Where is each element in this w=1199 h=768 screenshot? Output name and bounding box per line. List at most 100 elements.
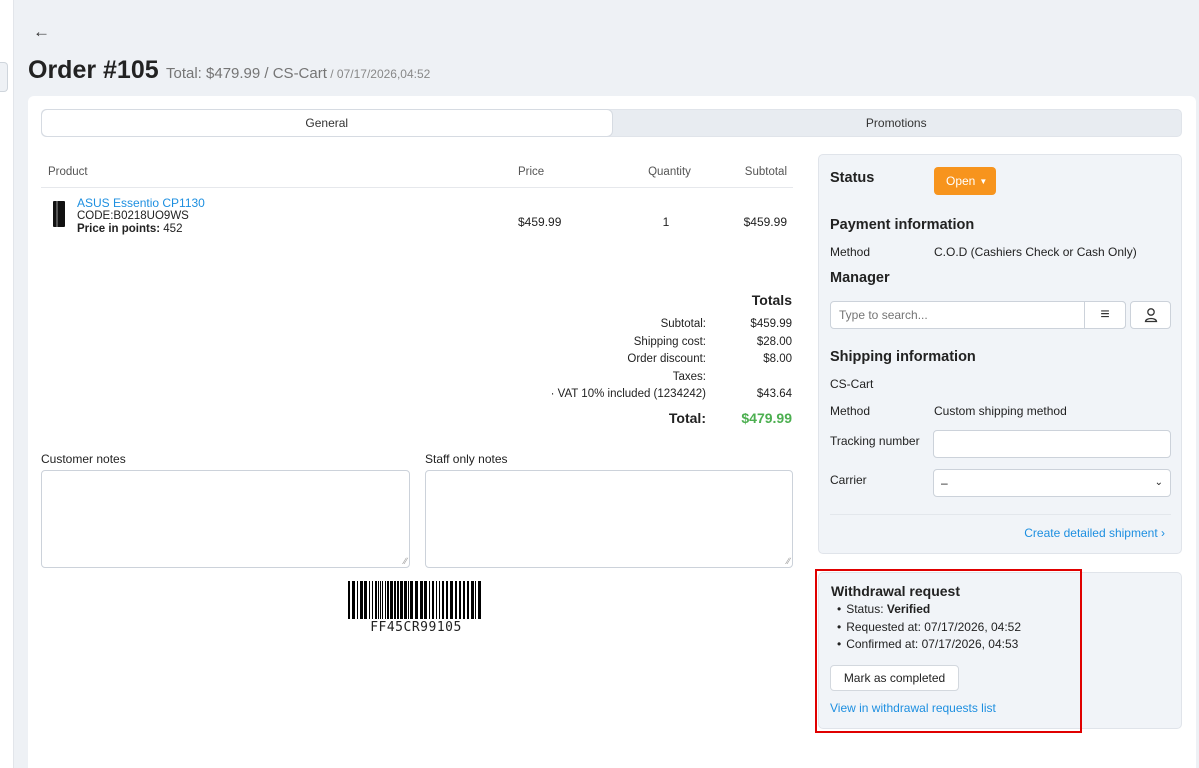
totals-row-discount: Order discount: $8.00 — [428, 351, 794, 369]
total-label: Total: — [668, 409, 706, 426]
product-cell: ASUS Essentio CP1130 CODE:B0218UO9WS Pri… — [41, 188, 511, 264]
tracking-label: Tracking number — [830, 434, 920, 448]
payment-method-label: Method — [830, 245, 871, 259]
order-date: / 07/17/2026,04:52 — [330, 67, 431, 81]
order-sidebar-panel: Status Open ▼ Payment information Method C… — [818, 154, 1182, 554]
manager-search-input[interactable] — [830, 301, 1126, 329]
product-quantity: 1 — [662, 215, 670, 229]
barcode-bar — [424, 581, 427, 619]
list-icon[interactable]: ≡ — [1084, 301, 1126, 329]
barcode-bar — [385, 581, 386, 619]
staff-notes-label: Staff only notes — [425, 452, 508, 466]
status-heading: Status — [830, 170, 875, 186]
barcode-bar — [455, 581, 457, 619]
payment-method-value: C.O.D (Cashiers Check or Cash Only) — [934, 245, 1137, 259]
totals-value: $28.00 — [756, 335, 792, 348]
totals-value: $459.99 — [750, 318, 792, 330]
totals-row-total: Total: $479.99 — [428, 410, 794, 428]
shipping-method-row: Method Custom shipping method — [830, 404, 1067, 418]
shipping-store-value: CS-Cart — [830, 377, 874, 391]
col-subtotal: Subtotal — [744, 165, 787, 178]
payment-method-row: Method C.O.D (Cashiers Check or Cash Only… — [830, 245, 1137, 259]
barcode-bar — [463, 581, 465, 619]
customer-notes-textarea[interactable]: ∕∕ — [41, 470, 410, 568]
totals-block: Totals Subtotal: $459.99 Shipping cost: $2… — [428, 292, 794, 427]
barcode-bars — [348, 581, 481, 619]
barcode-bar — [450, 581, 453, 619]
totals-heading: Totals — [751, 292, 792, 308]
carrier-select[interactable]: – ⌄ — [933, 469, 1171, 497]
barcode-bar — [360, 581, 363, 619]
totals-value — [706, 369, 794, 387]
barcode-bar — [442, 581, 444, 619]
col-product: Product — [48, 165, 88, 178]
shipping-store: CS-Cart — [830, 377, 873, 391]
highlight-box — [815, 569, 1082, 733]
resize-handle-icon[interactable]: ∕∕ — [787, 557, 790, 566]
barcode-bar — [375, 581, 377, 619]
barcode-bar — [467, 581, 469, 619]
barcode-bar — [372, 581, 373, 619]
product-subtotal: $459.99 — [743, 215, 787, 229]
col-price: Price — [518, 165, 545, 178]
status-dropdown-button[interactable]: Open ▼ — [934, 167, 996, 195]
manager-heading: Manager — [830, 270, 890, 286]
barcode-bar — [446, 581, 448, 619]
totals-label: · VAT 10% included (1234242) — [550, 388, 706, 400]
barcode-bar — [478, 581, 481, 619]
barcode-bar — [357, 581, 358, 619]
resize-handle-icon[interactable]: ∕∕ — [404, 557, 407, 566]
barcode-bar — [475, 581, 476, 619]
barcode-bar — [439, 581, 440, 619]
barcode-bar — [410, 581, 413, 619]
totals-label: Shipping cost: — [633, 335, 706, 348]
barcode-bar — [352, 581, 355, 619]
user-icon[interactable] — [1130, 301, 1171, 329]
barcode-bar — [432, 581, 434, 619]
totals-label: Taxes: — [672, 370, 706, 383]
product-name-link[interactable]: ASUS Essentio CP1130 — [77, 196, 205, 210]
total-value: $479.99 — [741, 409, 792, 426]
col-quantity: Quantity — [648, 165, 691, 178]
barcode-bar — [408, 581, 409, 619]
left-sidebar-strip — [0, 0, 14, 768]
order-card: General Promotions Product Price Quantit… — [28, 96, 1196, 768]
barcode-bar — [380, 581, 381, 619]
barcode-bar — [382, 581, 383, 619]
barcode-bar — [420, 581, 423, 619]
totals-row-shipping: Shipping cost: $28.00 — [428, 334, 794, 352]
staff-notes-textarea[interactable]: ∕∕ — [425, 470, 793, 568]
barcode-bar — [429, 581, 430, 619]
back-arrow-icon[interactable]: ← — [33, 22, 50, 42]
caret-down-icon: ▼ — [979, 177, 988, 186]
customer-notes-label: Customer notes — [41, 452, 126, 466]
barcode-bar — [436, 581, 437, 619]
product-code: CODE:B0218UO9WS — [77, 210, 189, 222]
carrier-label: Carrier — [830, 473, 867, 487]
barcode-bar — [390, 581, 393, 619]
shipping-method-label: Method — [830, 404, 871, 418]
shipping-heading: Shipping information — [830, 349, 976, 365]
product-price: $459.99 — [518, 215, 562, 229]
totals-row-taxes: Taxes: — [428, 369, 794, 387]
status-value: Open — [946, 174, 976, 188]
shipping-method-value: Custom shipping method — [934, 404, 1067, 418]
barcode-bar — [471, 581, 474, 619]
carrier-selected-value: – — [941, 476, 948, 490]
totals-value: $8.00 — [763, 353, 792, 365]
barcode-bar — [369, 581, 370, 619]
barcode-bar — [400, 581, 403, 619]
barcode-bar — [378, 581, 379, 619]
tab-promotions[interactable]: Promotions — [612, 110, 1182, 136]
page-title: Order #105 Total: $479.99 / CS-Cart / 07… — [28, 56, 430, 85]
totals-label: Subtotal: — [660, 318, 706, 330]
order-number: Order #105 — [28, 56, 159, 84]
totals-row-vat: · VAT 10% included (1234242) $43.64 — [428, 386, 794, 404]
barcode-bar — [348, 581, 350, 619]
tracking-number-input[interactable] — [933, 430, 1171, 458]
tab-general[interactable]: General — [42, 110, 612, 136]
sidebar-toggle-tab[interactable] — [0, 62, 8, 92]
barcode: FF45CR99105 — [348, 581, 484, 635]
tab-bar: General Promotions — [41, 109, 1182, 137]
create-detailed-shipment-link[interactable]: Create detailed shipment › — [1024, 526, 1165, 540]
